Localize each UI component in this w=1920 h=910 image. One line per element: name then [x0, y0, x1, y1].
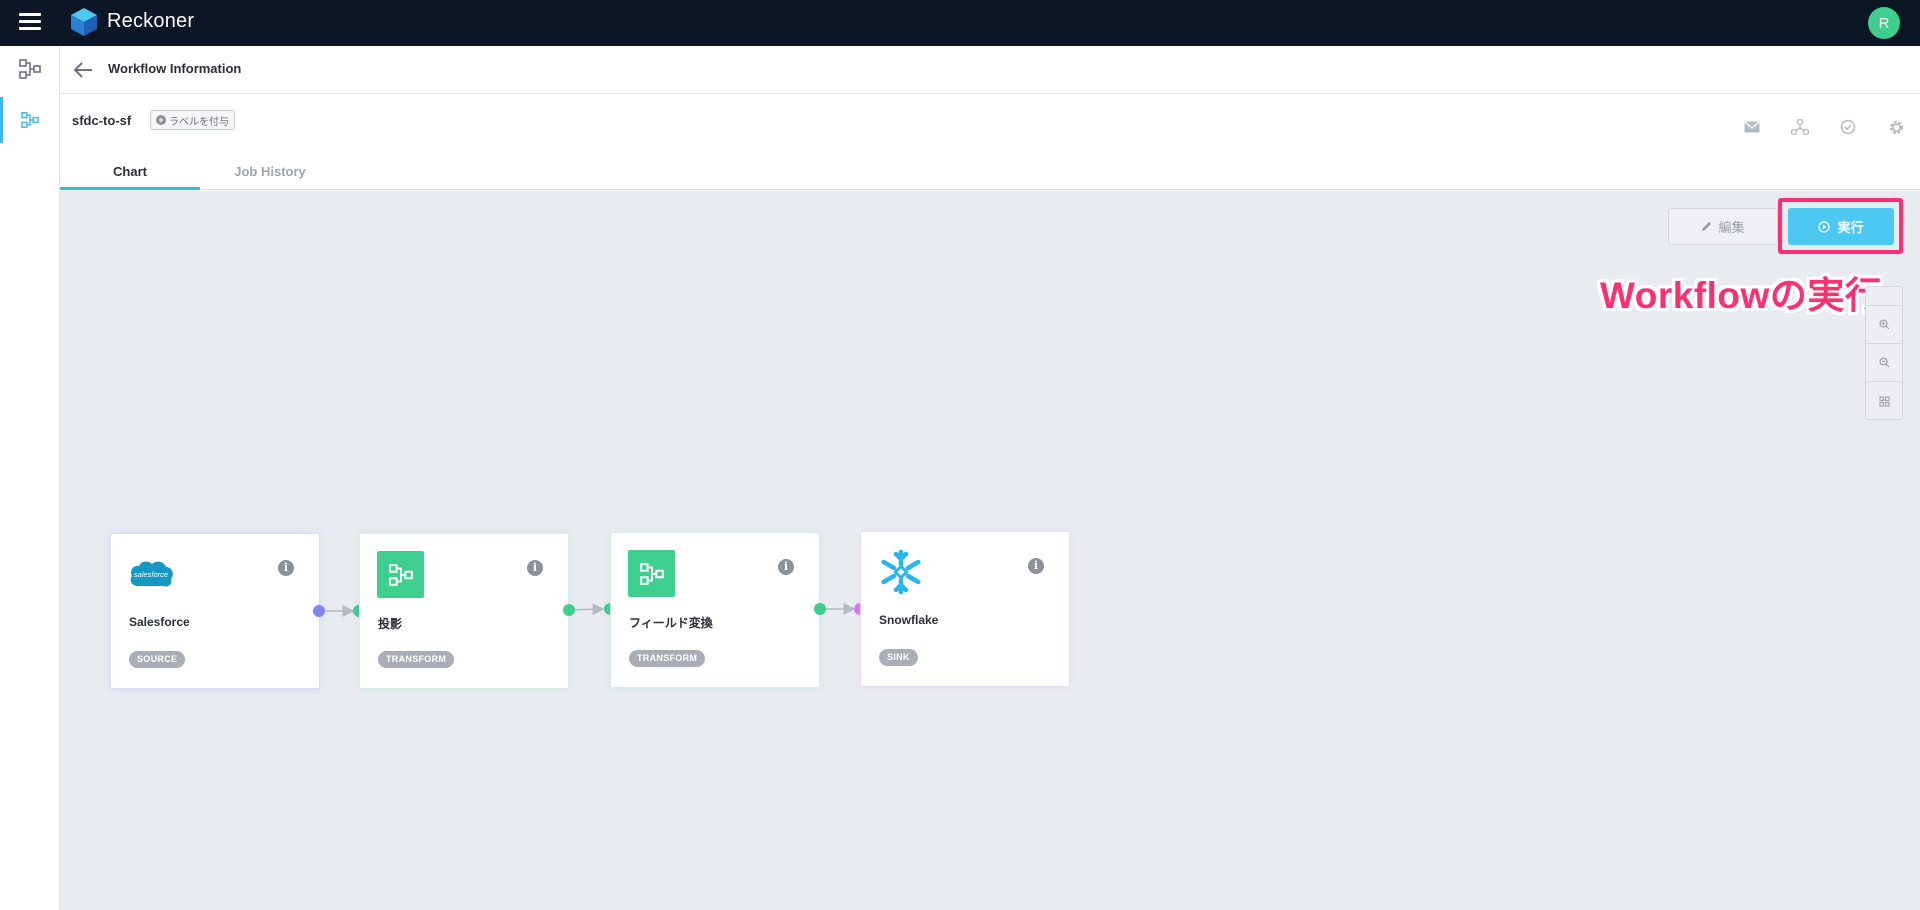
snowflake-logo	[881, 549, 921, 595]
workflow-icon	[21, 112, 39, 128]
share-network-icon[interactable]	[1776, 115, 1824, 139]
node-salesforce[interactable]: salesforce i Salesforce SOURCE	[111, 534, 319, 688]
output-port[interactable]	[814, 603, 826, 615]
salesforce-logo-text: salesforce	[134, 570, 168, 579]
pencil-icon	[1702, 222, 1712, 231]
plus-icon: +	[156, 115, 166, 125]
zoom-in-icon[interactable]	[1866, 306, 1902, 344]
transform-icon	[628, 550, 675, 597]
workflow-info: sfdc-to-sf + ラベルを付与 Chart Job History	[60, 95, 1920, 190]
edit-label: 編集	[1718, 220, 1745, 235]
rail-workflow-detail[interactable]	[0, 97, 60, 143]
page-title: Workflow Information	[108, 61, 242, 76]
run-button[interactable]: 実行	[1788, 208, 1894, 245]
salesforce-logo: salesforce	[130, 561, 173, 587]
zoom-panel-top	[1866, 287, 1902, 306]
node-snowflake[interactable]: i Snowflake SINK	[861, 532, 1069, 686]
node-type-badge: TRANSFORM	[378, 651, 455, 668]
tab-chart[interactable]: Chart	[60, 153, 200, 190]
rail-workflows[interactable]	[0, 46, 60, 92]
left-rail	[0, 46, 60, 910]
info-icon[interactable]: i	[1028, 558, 1044, 574]
node-name: Snowflake	[879, 613, 939, 627]
gear-icon[interactable]	[1872, 115, 1920, 139]
clock-check-icon[interactable]	[1824, 115, 1872, 139]
page-header: Workflow Information	[60, 46, 1920, 94]
node-name: 投影	[378, 617, 403, 631]
transform-icon	[377, 551, 424, 598]
app-brand: Reckoner	[107, 10, 195, 32]
tab-job-history[interactable]: Job History	[200, 153, 340, 190]
run-label: 実行	[1837, 220, 1864, 235]
output-port[interactable]	[563, 604, 575, 616]
tab-bar: Chart Job History	[60, 153, 340, 190]
fit-view-icon[interactable]	[1866, 382, 1902, 420]
back-arrow-icon[interactable]	[72, 60, 94, 80]
reckoner-logo-icon	[71, 8, 97, 36]
user-avatar[interactable]: R	[1868, 7, 1900, 39]
top-bar: Reckoner R	[0, 0, 1920, 46]
zoom-out-icon[interactable]	[1866, 344, 1902, 382]
run-annotation: Workflowの実行	[1600, 275, 1883, 316]
workflow-name: sfdc-to-sf	[72, 113, 132, 128]
menu-icon[interactable]	[19, 13, 41, 31]
node-field-transform[interactable]: i フィールド変換 TRANSFORM	[611, 533, 819, 687]
mail-icon[interactable]	[1728, 115, 1776, 139]
workflow-actions	[1728, 115, 1920, 139]
node-type-badge: SINK	[879, 649, 918, 666]
workflow-canvas[interactable]: 編集 実行 Workflowの実行 salesforce i Salesforc…	[60, 191, 1920, 910]
add-label-button[interactable]: + ラベルを付与	[150, 110, 235, 130]
output-port[interactable]	[313, 605, 325, 617]
node-name: Salesforce	[129, 615, 190, 629]
info-icon[interactable]: i	[527, 560, 543, 576]
edit-button[interactable]: 編集	[1668, 208, 1778, 245]
add-label-text: ラベルを付与	[169, 116, 229, 128]
node-projection[interactable]: i 投影 TRANSFORM	[360, 534, 568, 688]
node-type-badge: SOURCE	[129, 651, 186, 668]
node-name: フィールド変換	[629, 616, 713, 630]
workflow-icon	[19, 59, 41, 79]
info-icon[interactable]: i	[278, 560, 294, 576]
info-icon[interactable]: i	[778, 559, 794, 575]
node-type-badge: TRANSFORM	[629, 650, 706, 667]
play-circle-icon	[1818, 220, 1831, 233]
zoom-controls	[1865, 286, 1903, 420]
